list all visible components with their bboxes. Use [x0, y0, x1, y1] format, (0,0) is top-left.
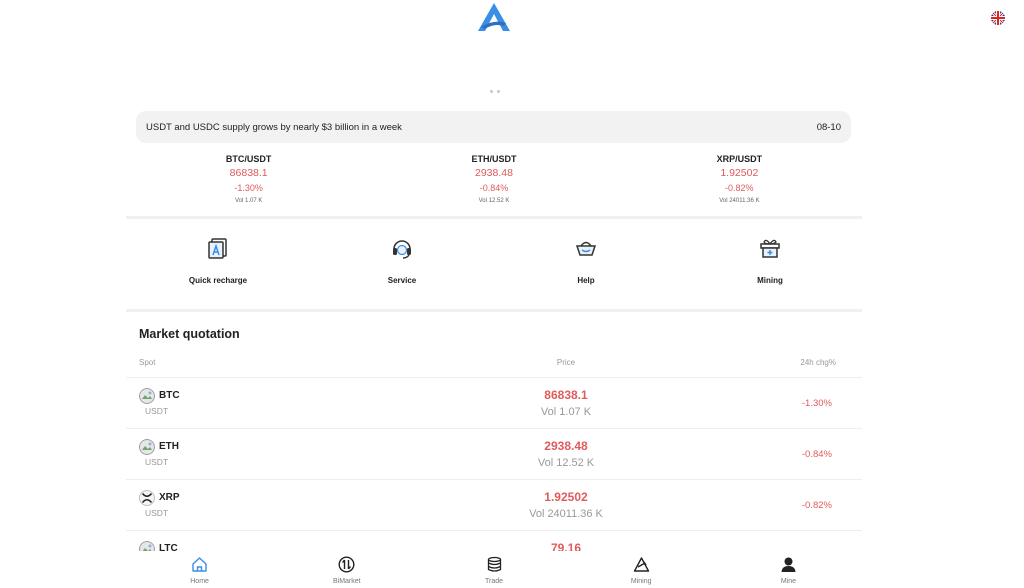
ticker-price: 86838.1 — [229, 167, 268, 179]
quick-action-label: Mining — [757, 276, 783, 285]
quick-actions: Quick recharge Service Help Mining — [126, 236, 862, 296]
coin-symbol: BTC — [159, 390, 180, 401]
basket-icon — [575, 241, 597, 256]
ticker-card[interactable]: ETH/USDT 2938.48 -0.84% Vol 12.52 K — [371, 150, 616, 216]
eth-coin-icon — [139, 439, 155, 455]
ltc-coin-icon — [139, 541, 155, 551]
section-divider — [126, 216, 862, 219]
nav-mining[interactable]: Mining — [568, 551, 715, 588]
news-date: 08-10 — [816, 121, 841, 133]
quick-action-label: Quick recharge — [188, 276, 248, 285]
ticker-change: -0.82% — [725, 183, 754, 193]
market-row[interactable]: LTC 79.16 — [126, 530, 862, 551]
ticker-price: 2938.48 — [475, 167, 513, 179]
ticker-pair: BTC/USDT — [225, 154, 272, 164]
app-logo-icon[interactable] — [477, 2, 511, 32]
ticker-volume: Vol 24011.36 K — [719, 198, 760, 204]
market-row[interactable]: XRP USDT 1.92502 Vol 24011.36 K -0.82% — [126, 479, 862, 530]
row-change: -1.30% — [801, 398, 832, 409]
nav-mine[interactable]: Mine — [715, 551, 862, 588]
gift-box-icon — [760, 239, 780, 258]
headset-icon — [393, 240, 411, 259]
market-title: Market quotation — [139, 327, 240, 341]
xrp-coin-icon — [139, 490, 155, 506]
help-button[interactable]: Help — [494, 236, 678, 296]
quick-recharge-button[interactable]: Quick recharge — [126, 236, 310, 296]
ticker-card[interactable]: XRP/USDT 1.92502 -0.82% Vol 24011.36 K — [617, 150, 862, 216]
banner-pagination[interactable] — [490, 90, 500, 93]
ticker-change: -1.30% — [234, 183, 263, 193]
database-icon — [487, 556, 501, 572]
ticker-volume: Vol 12.52 K — [478, 198, 510, 204]
coin-symbol: LTC — [159, 543, 178, 551]
market-row[interactable]: ETH USDT 2938.48 Vol 12.52 K -0.84% — [126, 428, 862, 479]
banner-dot[interactable] — [490, 90, 493, 93]
coin-quote: USDT — [145, 406, 169, 416]
nav-label: BiMarket — [332, 578, 361, 585]
user-icon — [781, 557, 796, 572]
quick-action-label: Help — [577, 276, 595, 285]
ticker-price: 1.92502 — [720, 167, 759, 179]
nav-home[interactable]: Home — [126, 551, 273, 588]
market-list[interactable]: BTC USDT 86838.1 Vol 1.07 K -1.30% ETH U… — [126, 377, 862, 551]
column-change: 24h chg% — [800, 358, 836, 367]
btc-coin-icon — [139, 388, 155, 404]
coin-quote: USDT — [145, 508, 169, 518]
row-volume: Vol 24011.36 K — [529, 508, 603, 520]
row-price: 86838.1 — [544, 388, 588, 402]
bottom-navigation: Home BiMarket Trade Mining Mine — [126, 551, 862, 588]
nav-bimarket[interactable]: BiMarket — [273, 551, 420, 588]
row-price: 2938.48 — [544, 439, 588, 453]
row-volume: Vol 1.07 K — [540, 406, 592, 418]
banner-dot[interactable] — [497, 90, 500, 93]
quick-action-label: Service — [387, 276, 417, 285]
column-spot: Spot — [139, 358, 156, 367]
mining-icon — [633, 557, 649, 572]
row-price: 1.92502 — [544, 490, 588, 504]
ticker-volume: Vol 1.07 K — [234, 198, 263, 204]
service-button[interactable]: Service — [310, 236, 494, 296]
ticker-card[interactable]: BTC/USDT 86838.1 -1.30% Vol 1.07 K — [126, 150, 371, 216]
nav-label: Mine — [780, 578, 796, 585]
section-divider — [126, 309, 862, 312]
row-change: -0.82% — [801, 500, 832, 511]
ticker-strip: BTC/USDT 86838.1 -1.30% Vol 1.07 K ETH/U… — [126, 150, 862, 216]
mining-button[interactable]: Mining — [678, 236, 862, 296]
coin-quote: USDT — [145, 457, 169, 467]
home-icon — [192, 557, 207, 572]
coin-symbol: ETH — [159, 441, 179, 452]
nav-label: Home — [190, 578, 209, 585]
recharge-icon — [208, 238, 227, 259]
coin-symbol: XRP — [159, 492, 180, 503]
uk-flag-icon[interactable] — [991, 11, 1005, 25]
market-row[interactable]: BTC USDT 86838.1 Vol 1.07 K -1.30% — [126, 377, 862, 428]
nav-trade[interactable]: Trade — [420, 551, 567, 588]
ticker-pair: XRP/USDT — [716, 154, 763, 164]
market-table-header: Spot Price 24h chg% — [126, 358, 862, 370]
column-price: Price — [556, 358, 576, 367]
row-change: -0.84% — [801, 449, 832, 460]
nav-label: Mining — [630, 578, 652, 585]
news-headline: USDT and USDC supply grows by nearly $3 … — [146, 121, 402, 133]
row-volume: Vol 12.52 K — [537, 457, 595, 469]
row-price: 79.16 — [550, 541, 582, 551]
nav-label: Trade — [484, 578, 504, 585]
news-notice-bar[interactable]: USDT and USDC supply grows by nearly $3 … — [136, 111, 851, 143]
ticker-pair: ETH/USDT — [471, 154, 517, 164]
swap-circle-icon — [338, 556, 355, 573]
ticker-change: -0.84% — [479, 183, 509, 193]
